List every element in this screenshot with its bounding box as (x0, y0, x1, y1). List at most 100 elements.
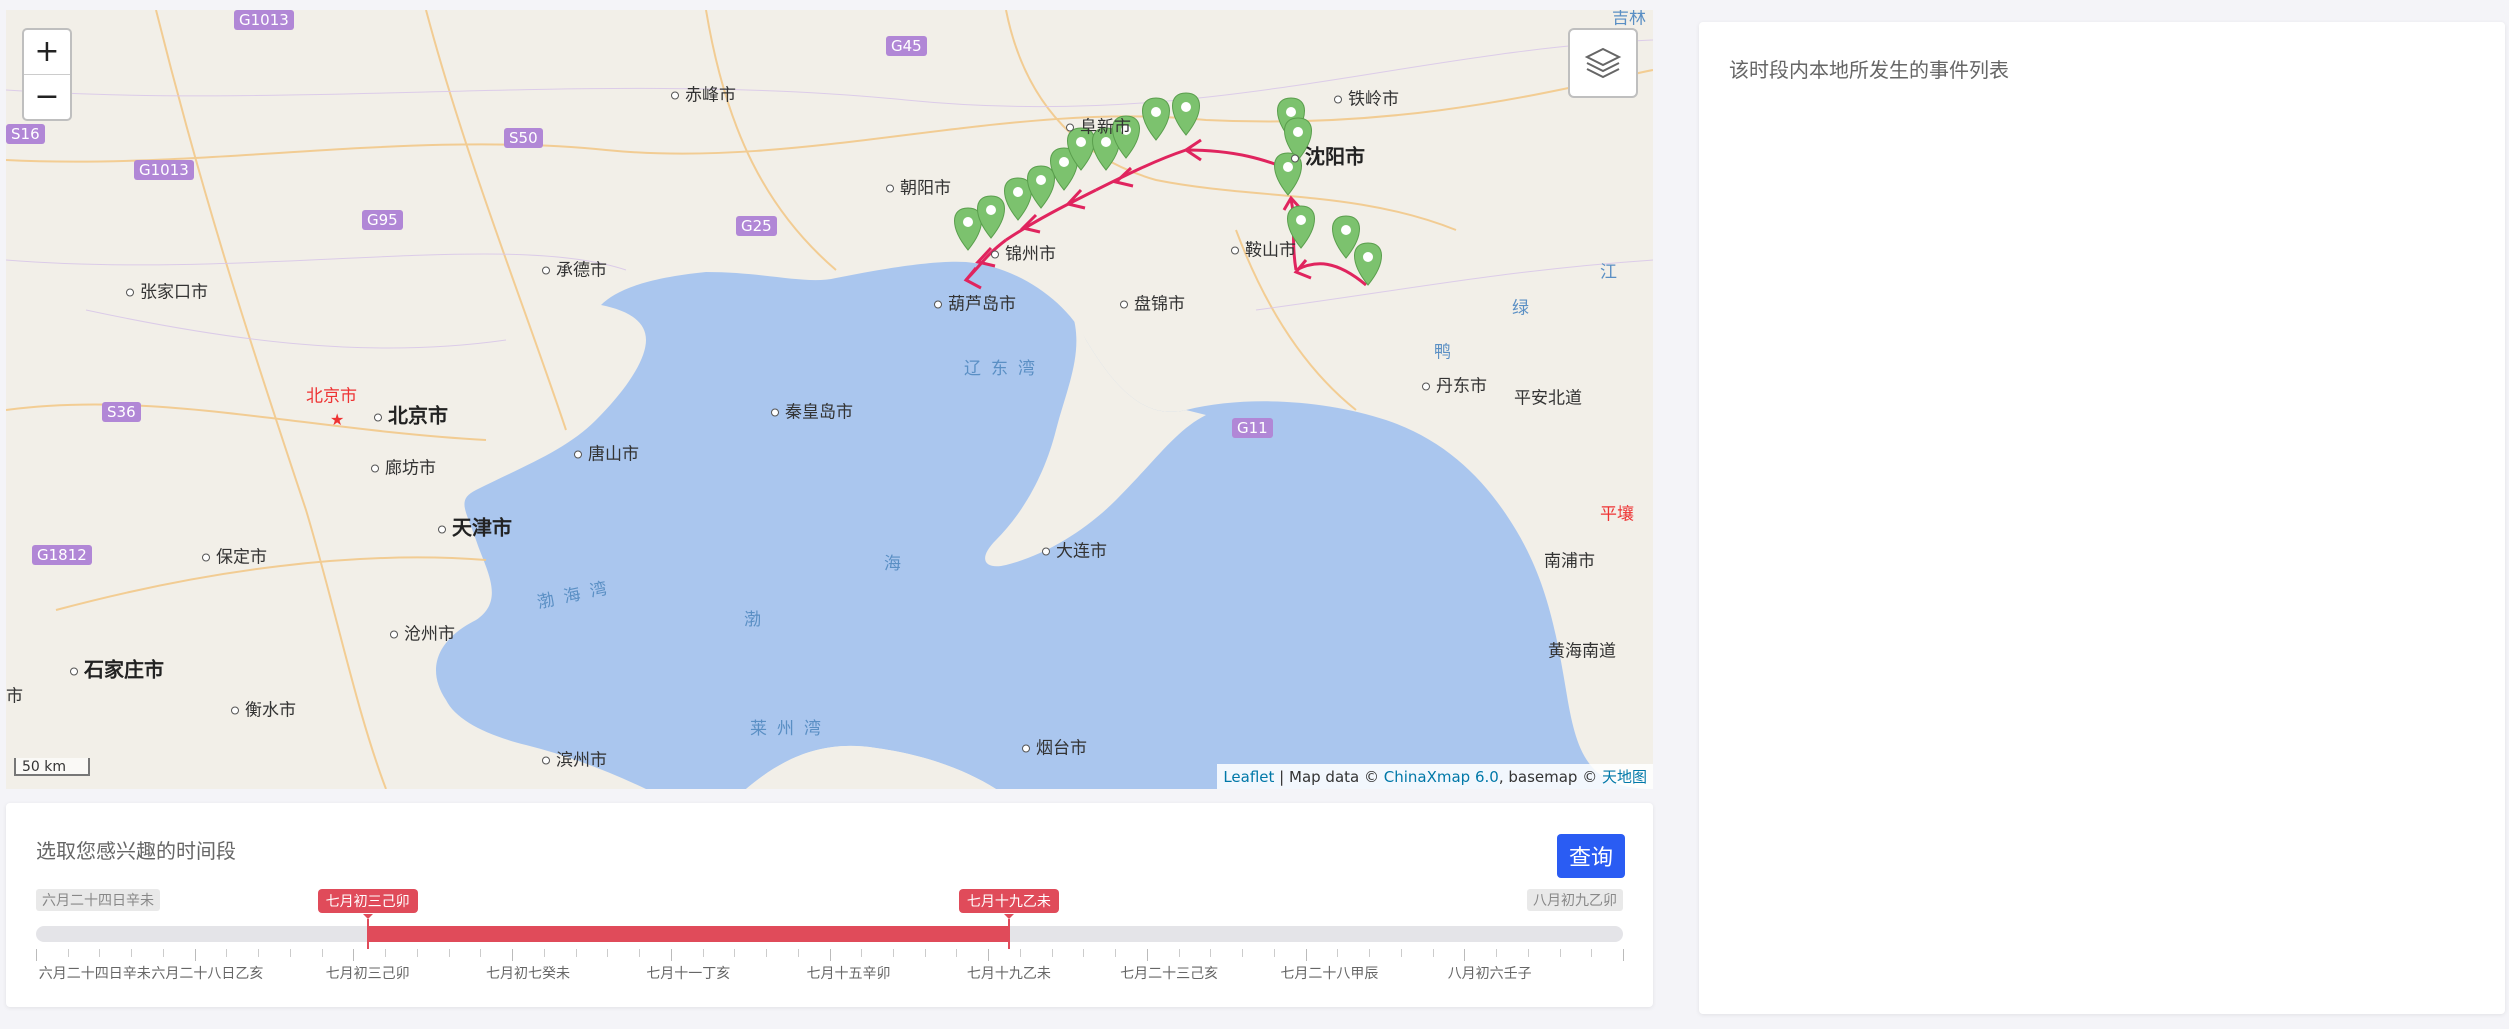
city-label: 南浦市 (1544, 551, 1595, 572)
zoom-in-button[interactable]: + (24, 30, 70, 75)
timeline-tick (702, 949, 704, 957)
region-label: 市 (6, 686, 23, 707)
sea-label: 渤 (744, 610, 771, 630)
timeline-tick (924, 949, 926, 957)
timeline-tick (1083, 949, 1085, 957)
timeline-tick (480, 949, 482, 957)
map[interactable]: G1013 G45 S16 G1013 S50 G95 G25 S36 G181… (6, 10, 1653, 789)
timeline-tick (1051, 949, 1053, 957)
timeline-tick (670, 949, 672, 961)
layers-button[interactable] (1568, 28, 1638, 98)
timeline-tick (194, 949, 196, 961)
timeline-tick (861, 949, 863, 957)
highway-shield: S36 (102, 402, 141, 422)
sea-label: 莱州湾 (750, 719, 831, 739)
city-label: 朝阳市 (886, 174, 951, 199)
timeline-tick (353, 949, 355, 961)
sea-label: 辽东湾 (964, 359, 1045, 379)
city-label: 平壤 (1600, 504, 1634, 525)
timeline-tick (289, 949, 291, 957)
city-label: 衡水市 (231, 696, 296, 721)
capital-star-icon: ★ (330, 410, 345, 429)
timeline-tick (1559, 949, 1561, 957)
region-label: 江 (1600, 262, 1617, 283)
city-label: 沈阳市 (1291, 141, 1365, 170)
timeline-tick (543, 949, 545, 957)
timeline-tick (1210, 949, 1212, 957)
timeline-title: 选取您感兴趣的时间段 (36, 839, 236, 863)
scale-bar: 50 km (14, 758, 90, 776)
city-label: 石家庄市 (70, 654, 164, 683)
timeline-tick-label: 六月二十八日乙亥 (151, 966, 264, 982)
city-label: 承德市 (542, 256, 607, 281)
region-label: 鸭 (1434, 342, 1451, 363)
highway-shield: G11 (1232, 418, 1273, 438)
timeline-tick (797, 949, 799, 957)
timeline-tick (1115, 949, 1117, 957)
timeline-tick (1591, 949, 1593, 957)
timeline-panel: 选取您感兴趣的时间段 查询 六月二十四日辛未 八月初九乙卯 七月初三己卯 七月十… (6, 803, 1653, 1007)
timeline-tick-label: 七月初三己卯 (325, 966, 410, 982)
zoom-control: + − (22, 28, 72, 121)
highway-shield: S50 (504, 128, 543, 148)
timeline-tick (1400, 949, 1402, 957)
map-marker (954, 207, 982, 251)
timeline-tick (1464, 949, 1466, 961)
timeline-tick (385, 949, 387, 957)
city-label: 丹东市 (1422, 372, 1487, 397)
range-start-label: 七月初三己卯 (317, 889, 418, 919)
timeline-tick (1019, 949, 1021, 957)
city-label: 锦州市 (991, 240, 1056, 265)
range-end-handle[interactable] (1007, 919, 1010, 949)
timeline-tick (575, 949, 577, 957)
timeline-tick (416, 949, 418, 957)
layers-icon (1584, 47, 1622, 79)
city-label: 黄海南道 (1548, 641, 1616, 662)
sea-label: 海 (884, 554, 911, 574)
city-label: 葫芦岛市 (934, 290, 1016, 315)
timeline-tick (829, 949, 831, 961)
timeline-tick (1146, 949, 1148, 961)
city-label: 大连市 (1042, 537, 1107, 562)
timeline-tick (734, 949, 736, 957)
query-button[interactable]: 查询 (1557, 834, 1625, 878)
range-max-label: 八月初九乙卯 (1527, 889, 1623, 911)
timeline-tick (99, 949, 101, 957)
city-label: 鞍山市 (1231, 236, 1296, 261)
city-label: 阜新市 (1066, 113, 1131, 138)
timeline-tick (1527, 949, 1529, 957)
timeline-tick (1623, 949, 1624, 961)
map-attribution: Leaflet | Map data © ChinaXmap 6.0, base… (1217, 764, 1653, 789)
range-start-handle[interactable] (366, 919, 369, 949)
city-label: 沧州市 (390, 620, 455, 645)
tianditu-link[interactable]: 天地图 (1602, 768, 1647, 786)
highway-shield: G95 (362, 210, 403, 230)
city-label: 北京市 (374, 400, 448, 429)
city-label: 平安北道 (1514, 388, 1582, 409)
range-min-label: 六月二十四日辛未 (36, 889, 160, 911)
city-label: 唐山市 (574, 440, 639, 465)
timeline-tick (36, 949, 37, 961)
city-label: 秦皇岛市 (771, 398, 853, 423)
leaflet-link[interactable]: Leaflet (1223, 768, 1274, 786)
timeline-tick-label: 七月二十三己亥 (1120, 966, 1219, 982)
city-label: 张家口市 (126, 278, 208, 303)
city-label: 赤峰市 (671, 81, 736, 106)
chinaxmap-link[interactable]: ChinaXmap 6.0 (1384, 768, 1499, 786)
timeline-tick (607, 949, 609, 957)
map-marker (1172, 92, 1200, 136)
timeline-tick (1242, 949, 1244, 957)
timeline-tick (226, 949, 228, 957)
timeline-tick (1369, 949, 1371, 957)
timeline-tick (766, 949, 768, 957)
timeline-tick (892, 949, 894, 957)
zoom-out-button[interactable]: − (24, 75, 70, 119)
timeline-ticks (36, 949, 1624, 963)
timeline-tick (956, 949, 958, 957)
event-list-panel: 该时段内本地所发生的事件列表 (1699, 22, 2505, 1014)
timeline-tick-label: 七月十九乙未 (966, 966, 1051, 982)
timeline-selected-range[interactable] (367, 926, 1009, 942)
timeline-tick (512, 949, 514, 961)
city-label: 保定市 (202, 543, 267, 568)
map-marker (977, 195, 1005, 239)
